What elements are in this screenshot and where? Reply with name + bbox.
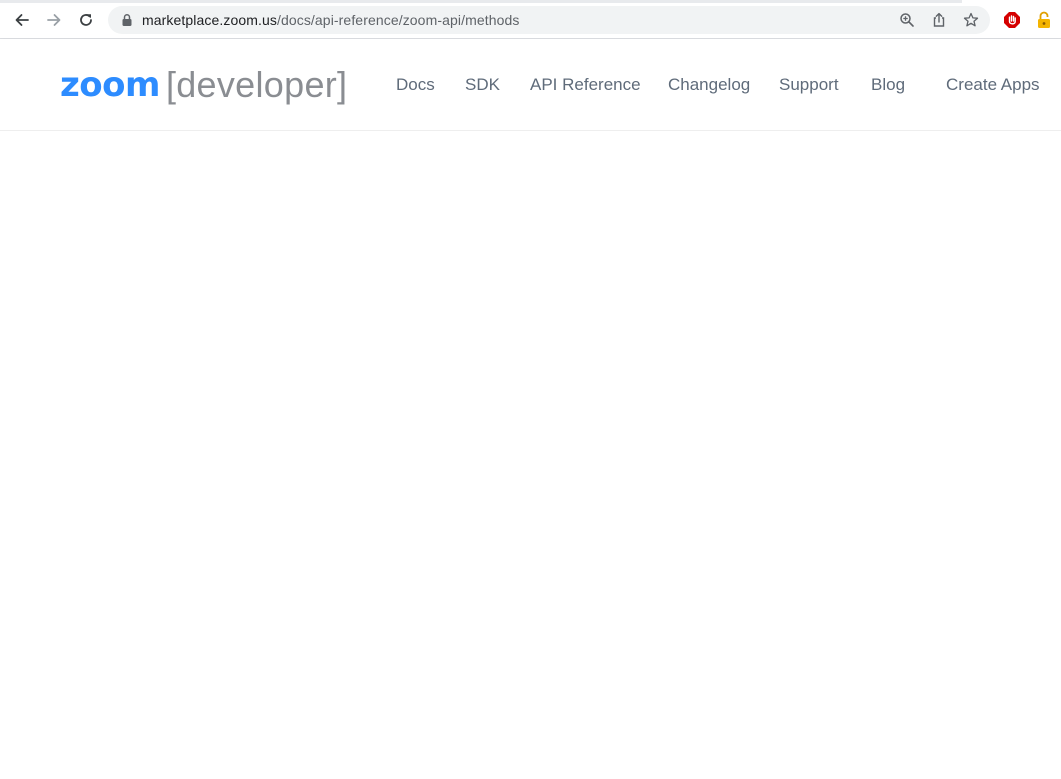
back-button[interactable] xyxy=(10,8,34,32)
star-icon xyxy=(963,12,979,27)
page-content xyxy=(0,131,1061,779)
zoom-button[interactable] xyxy=(898,11,916,29)
bookmark-button[interactable] xyxy=(962,11,980,29)
extension-adblock[interactable] xyxy=(1002,10,1022,30)
nav-changelog[interactable]: Changelog xyxy=(668,39,750,131)
url-path: /docs/api-reference/zoom-api/methods xyxy=(276,12,520,28)
address-bar[interactable]: marketplace.zoom.us/docs/api-reference/z… xyxy=(108,6,990,34)
site-header: zoom [developer] Docs SDK API Reference … xyxy=(0,39,1061,131)
browser-toolbar: marketplace.zoom.us/docs/api-reference/z… xyxy=(0,0,1061,39)
nav-blog[interactable]: Blog xyxy=(871,39,905,131)
zoom-magnifier-icon xyxy=(900,13,914,27)
nav-sdk[interactable]: SDK xyxy=(465,39,500,131)
page-load-progress xyxy=(0,0,962,3)
lock-icon[interactable] xyxy=(120,13,134,27)
back-arrow-icon xyxy=(15,14,29,26)
url-host: marketplace.zoom.us xyxy=(142,12,277,28)
reload-button[interactable] xyxy=(74,8,98,32)
nav-support[interactable]: Support xyxy=(779,39,839,131)
nav-api-reference[interactable]: API Reference xyxy=(530,39,641,131)
adblock-icon xyxy=(1004,12,1020,28)
share-icon xyxy=(933,12,945,27)
share-button[interactable] xyxy=(930,11,948,29)
reload-icon xyxy=(80,14,92,26)
extension-padlock[interactable] xyxy=(1034,10,1054,30)
forward-arrow-icon xyxy=(47,14,61,26)
main-nav: Docs SDK API Reference Changelog Support… xyxy=(0,39,1061,131)
padlock-extension-icon xyxy=(1038,11,1050,28)
nav-create-apps[interactable]: Create Apps xyxy=(946,39,1040,131)
url-text[interactable]: marketplace.zoom.us/docs/api-reference/z… xyxy=(142,6,519,34)
forward-button[interactable] xyxy=(42,8,66,32)
nav-docs[interactable]: Docs xyxy=(396,39,435,131)
